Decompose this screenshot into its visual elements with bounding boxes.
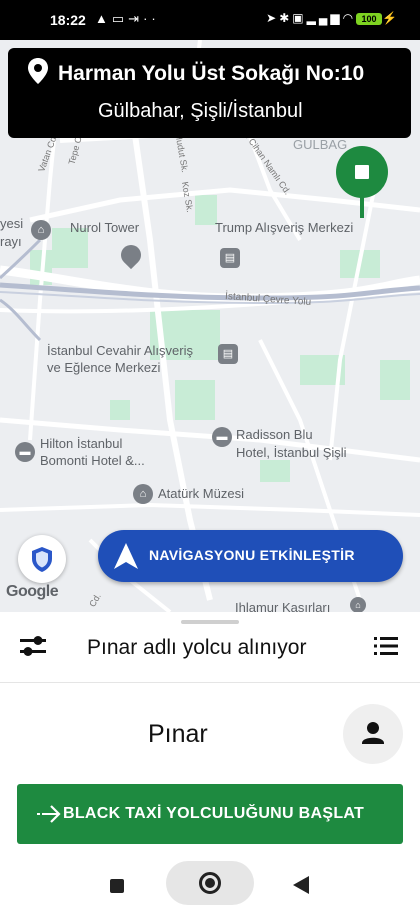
hotel-icon[interactable]: ▬ — [212, 427, 232, 447]
battery-icon: 100 — [356, 12, 383, 25]
bluetooth-icon: ✱ — [279, 11, 293, 25]
map-label-ihlamur: Ihlamur Kasırları — [235, 600, 331, 612]
charging-icon: ⚡ — [382, 11, 400, 25]
address-card: Harman Yolu Üst Sokağı No:10 Gülbahar, Ş… — [8, 48, 411, 138]
download-icon: ⇥ — [128, 11, 144, 26]
shopping-icon[interactable]: ▤ — [218, 344, 238, 364]
shield-icon — [32, 547, 52, 572]
vibrate-icon: ▣ — [292, 11, 307, 25]
wifi-icon: ◠ — [342, 11, 357, 25]
rider-profile-button[interactable] — [343, 704, 403, 764]
hotel-icon[interactable]: ▬ — [15, 442, 35, 462]
person-icon — [362, 722, 384, 744]
map-label-cevahir-1: İstanbul Cevahir Alışveriş — [47, 343, 193, 358]
recents-button[interactable] — [110, 879, 124, 893]
map-label-trump: Trump Alışveriş Merkezi — [215, 220, 354, 235]
map-label-rayi: rayı — [0, 234, 22, 249]
navigation-icon: ▲ — [95, 11, 112, 26]
google-logo: Google — [6, 583, 59, 600]
more-icon: ·· — [143, 11, 160, 26]
map-label-yesi: yesi — [0, 216, 24, 231]
museum-icon[interactable]: ⌂ — [133, 484, 153, 504]
destination-marker-icon[interactable] — [334, 146, 390, 218]
location-icon: ➤ — [266, 11, 280, 25]
enable-navigation-button[interactable]: NAVİGASYONU ETKİNLEŞTİR — [98, 530, 403, 582]
sheet-handle[interactable] — [181, 620, 239, 624]
start-trip-button[interactable]: BLACK TAXİ YOLCULUĞUNU BAŞLAT — [17, 784, 403, 844]
pickup-status-title: Pınar adlı yolcu alınıyor — [87, 636, 307, 659]
notification-icon: ▭ — [111, 11, 129, 26]
address-line-2: Gülbahar, Şişli/İstanbul — [98, 100, 303, 122]
poi-icon[interactable]: ⌂ — [31, 220, 51, 240]
location-pin-icon — [28, 58, 48, 84]
home-button[interactable] — [166, 861, 254, 905]
status-right-icons: ➤✱▣▂▄▆◠ 100 ⚡ — [266, 11, 400, 25]
map-label-radisson-1: Radisson Blu — [236, 427, 313, 442]
map-label-hilton-2: Bomonti Hotel &... — [40, 453, 145, 468]
status-left-icons: ▲▭⇥·· — [95, 11, 160, 27]
status-time: 18:22 — [50, 12, 86, 28]
back-button[interactable] — [293, 876, 309, 894]
start-trip-label: BLACK TAXİ YOLCULUĞUNU BAŞLAT — [63, 805, 365, 822]
home-dot-icon — [205, 878, 215, 888]
map-label-hilton-1: Hilton İstanbul — [40, 436, 123, 451]
address-line-1: Harman Yolu Üst Sokağı No:10 — [58, 62, 365, 85]
enable-navigation-label: NAVİGASYONU ETKİNLEŞTİR — [149, 547, 355, 563]
status-bar: 18:22 ▲▭⇥·· ➤✱▣▂▄▆◠ 100 ⚡ — [0, 0, 420, 40]
arrow-right-icon — [37, 805, 61, 823]
map-label-cevahir-2: ve Eğlence Merkezi — [47, 360, 161, 375]
signal-icon: ▂▄▆ — [306, 11, 343, 25]
sheet-divider — [0, 682, 420, 683]
map-label-ataturk: Atatürk Müzesi — [158, 486, 244, 501]
system-navigation-bar — [0, 856, 420, 911]
rider-name: Pınar — [148, 720, 208, 748]
safety-shield-button[interactable] — [18, 535, 66, 583]
list-menu-icon[interactable] — [374, 636, 398, 656]
map-label-nurol: Nurol Tower — [70, 220, 140, 235]
landmark-icon[interactable]: ⌂ — [350, 597, 366, 612]
filter-settings-icon[interactable] — [20, 635, 46, 657]
navigation-arrow-icon — [114, 543, 138, 569]
shopping-icon[interactable]: ▤ — [220, 248, 240, 268]
map-label-radisson-2: Hotel, İstanbul Şişli — [236, 445, 347, 460]
